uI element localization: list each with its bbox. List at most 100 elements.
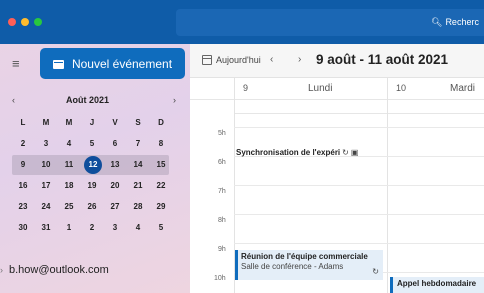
day-number: 15 [156,160,166,169]
mini-calendar-day[interactable]: 8 [150,135,172,153]
mini-calendar-day[interactable]: 3 [104,219,126,237]
event-title: Réunion de l'équipe commerciale [241,252,368,261]
calendar-toolbar: Aujourd'hui ‹ › 9 août - 11 août 2021 [190,44,484,78]
mini-calendar-day[interactable]: 27 [104,198,126,216]
mini-calendar-day[interactable]: 26 [81,198,103,216]
day-number: 9 [20,160,26,169]
new-event-label: Nouvel événement [71,56,173,71]
weekday-label: D [158,118,164,127]
hour-label: 8h [218,217,226,224]
day-number: 30 [18,223,28,232]
day-number: 22 [156,181,166,190]
new-event-button[interactable]: Nouvel événement [40,48,185,79]
mini-calendar-day[interactable]: 23 [12,198,34,216]
weekday-label: M [65,118,73,127]
mini-calendar-day[interactable]: 10 [35,156,57,174]
previous-button[interactable]: ‹ [270,54,273,65]
date-range-title: 9 août - 11 août 2021 [316,52,449,67]
mini-calendar-day[interactable]: 19 [81,177,103,195]
hour-label: 7h [218,188,226,195]
mini-calendar-day[interactable]: 16 [12,177,34,195]
hour-label: 6h [218,159,226,166]
calendar-view: Aujourd'hui ‹ › 9 août - 11 août 2021 9 … [190,44,484,293]
mini-calendar-day[interactable]: 30 [12,219,34,237]
mini-calendar: ‹ Août 2021 › L M M J V S D 2 3 4 5 6 7 8 9 10 11 12 13 14 1… [12,94,182,232]
mini-calendar-day[interactable]: 28 [127,198,149,216]
day-number: 7 [135,139,141,148]
day-number: 5 [158,223,164,232]
weekday-label: S [135,118,141,127]
day-number: 31 [41,223,51,232]
weekday-label: M [42,118,50,127]
mini-calendar-day[interactable]: 15 [150,156,172,174]
repeat-icon: ↻ [372,267,379,276]
account-item[interactable]: › b.how@outlook.com [0,264,109,276]
mini-calendar-day[interactable]: 9 [12,156,34,174]
mini-calendar-day[interactable]: 7 [127,135,149,153]
menu-icon[interactable]: ≡ [12,56,20,71]
event-weekly-call[interactable]: Appel hebdomadaire [390,277,484,293]
day-number: 4 [66,139,72,148]
day-number: 8 [158,139,164,148]
mini-calendar-day[interactable]: 18 [58,177,80,195]
search-box[interactable]: 🔍︎ Recherc [176,9,484,36]
mini-calendar-title: Août 2021 [66,95,110,105]
event-location: Salle de conférence - Adams [241,262,344,271]
day-number: 20 [110,181,120,190]
mini-calendar-day[interactable]: 17 [35,177,57,195]
mini-calendar-day[interactable]: 24 [35,198,57,216]
mini-calendar-day[interactable]: 5 [150,219,172,237]
mini-calendar-day[interactable]: 6 [104,135,126,153]
mini-calendar-day[interactable]: 3 [35,135,57,153]
day-number: 16 [18,181,28,190]
all-day-row[interactable] [234,100,484,114]
time-gutter: 5h 6h 7h 8h 9h 10h [190,100,234,293]
next-button[interactable]: › [298,54,301,65]
mini-calendar-day[interactable]: 1 [58,219,80,237]
zoom-window-button[interactable] [34,18,42,26]
chevron-left-icon[interactable]: ‹ [12,95,15,105]
day-name[interactable]: Mardi [450,83,475,94]
day-number: 5 [89,139,95,148]
day-number: 11 [64,160,74,169]
mini-calendar-day[interactable]: 22 [150,177,172,195]
day-number: 3 [43,139,49,148]
day-name[interactable]: Lundi [308,83,332,94]
mini-calendar-day[interactable]: 11 [58,156,80,174]
mini-calendar-day[interactable]: 25 [58,198,80,216]
today-button[interactable]: Aujourd'hui [216,55,261,65]
sidebar: ≡ Nouvel événement ‹ Août 2021 › L M M J V S D… [0,44,190,293]
chevron-right-icon[interactable]: › [173,95,176,105]
mini-calendar-day[interactable]: 12 [81,156,103,174]
search-label: Recherc [445,17,479,27]
mini-calendar-day[interactable]: 21 [127,177,149,195]
title-bar: 🔍︎ Recherc [0,0,484,44]
mini-calendar-day[interactable]: 20 [104,177,126,195]
mini-calendar-day[interactable]: 2 [12,135,34,153]
mini-calendar-day[interactable]: 2 [81,219,103,237]
mini-calendar-day[interactable]: 13 [104,156,126,174]
day-number: 10 [41,160,51,169]
hour-label: 10h [214,275,226,282]
minimize-window-button[interactable] [21,18,29,26]
account-email: b.how@outlook.com [9,264,109,276]
day-number: 25 [64,202,74,211]
close-window-button[interactable] [8,18,16,26]
mini-calendar-day[interactable]: 5 [81,135,103,153]
day-number: 19 [87,181,97,190]
mini-calendar-day[interactable]: 31 [35,219,57,237]
event-title: Appel hebdomadaire [397,279,477,288]
day-number: 2 [89,223,95,232]
mini-calendar-day[interactable]: 4 [127,219,149,237]
day-number: 18 [64,181,74,190]
mini-calendar-day[interactable]: 4 [58,135,80,153]
hour-label: 5h [218,130,226,137]
event-sales-meeting[interactable]: Réunion de l'équipe commerciale Salle de… [235,250,383,280]
day-number[interactable]: 9 [243,83,248,93]
mini-calendar-day[interactable]: 29 [150,198,172,216]
day-number: 14 [133,160,143,169]
event-sync[interactable]: Synchronisation de l'expéri ↻ ▣ [236,148,384,164]
mini-calendar-day[interactable]: 14 [127,156,149,174]
day-number[interactable]: 10 [396,83,406,93]
hour-gridline [234,127,484,128]
